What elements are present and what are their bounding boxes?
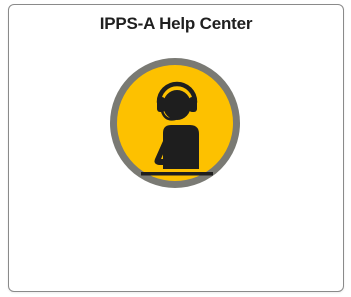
- tile-title: IPPS-A Help Center: [99, 14, 253, 33]
- page: IPPS-A Help Center: [0, 0, 351, 297]
- help-center-tile[interactable]: IPPS-A Help Center: [8, 4, 344, 292]
- help-desk-agent-icon: [107, 55, 243, 191]
